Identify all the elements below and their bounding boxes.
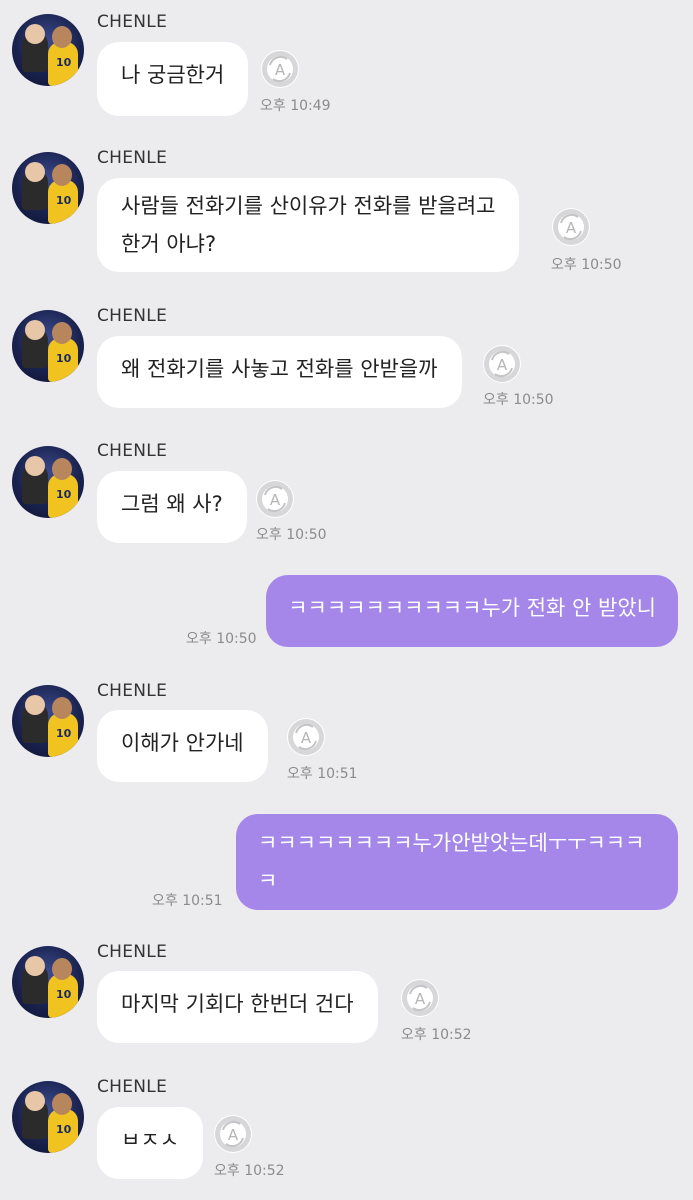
sender-name: CHENLE (97, 942, 168, 962)
message-time: 오후 10:50 (483, 392, 554, 408)
message-bubble[interactable]: ㅂㅈㅅ (97, 1107, 203, 1179)
sender-name: CHENLE (97, 1077, 168, 1097)
translate-icon[interactable]: A (261, 50, 299, 88)
svg-text:A: A (497, 356, 508, 374)
sender-name: CHENLE (97, 306, 168, 326)
message-bubble[interactable]: 나 궁금한거 (97, 42, 249, 116)
message-text: 그럼 왜 사? (121, 492, 223, 516)
translate-icon[interactable]: A (287, 718, 325, 756)
message-text: 나 궁금한거 (121, 63, 225, 87)
svg-text:A: A (566, 219, 577, 237)
my-message-bubble[interactable]: ㅋㅋㅋㅋㅋㅋㅋㅋ누가안받앗는데ㅜㅜㅋㅋㅋ ㅋ (236, 814, 678, 910)
avatar[interactable]: 10 (12, 14, 84, 86)
svg-text:A: A (301, 729, 312, 747)
message-bubble[interactable]: 그럼 왜 사? (97, 471, 247, 543)
message-time: 오후 10:50 (551, 257, 622, 273)
message-time: 오후 10:51 (152, 893, 223, 909)
message-text-line2: 한거 아냐? (121, 232, 217, 256)
translate-icon[interactable]: A (552, 208, 590, 246)
message-time: 오후 10:52 (401, 1027, 472, 1043)
message-text: 이해가 안가네 (121, 731, 244, 755)
avatar[interactable]: 10 (12, 1081, 84, 1153)
message-time: 오후 10:50 (186, 631, 257, 647)
message-text: 왜 전화기를 사놓고 전화를 안받을까 (121, 357, 438, 381)
sender-name: CHENLE (97, 148, 168, 168)
svg-text:A: A (270, 491, 281, 509)
message-bubble[interactable]: 왜 전화기를 사놓고 전화를 안받을까 (97, 336, 462, 408)
message-time: 오후 10:50 (256, 527, 327, 543)
translate-icon[interactable]: A (483, 345, 521, 383)
message-time: 오후 10:52 (214, 1163, 285, 1179)
svg-text:A: A (275, 61, 286, 79)
message-time: 오후 10:49 (260, 98, 331, 114)
avatar[interactable]: 10 (12, 446, 84, 518)
message-bubble[interactable]: 마지막 기회다 한번더 건다 (97, 971, 378, 1043)
svg-text:A: A (228, 1126, 239, 1144)
translate-icon[interactable]: A (214, 1115, 252, 1153)
message-text: 마지막 기회다 한번더 건다 (121, 992, 354, 1016)
message-bubble[interactable]: 이해가 안가네 (97, 710, 268, 782)
translate-icon[interactable]: A (256, 480, 294, 518)
avatar[interactable]: 10 (12, 152, 84, 224)
avatar[interactable]: 10 (12, 946, 84, 1018)
message-text-line2: ㅋ (258, 869, 278, 893)
sender-name: CHENLE (97, 12, 168, 32)
avatar[interactable]: 10 (12, 685, 84, 757)
message-time: 오후 10:51 (287, 766, 358, 782)
message-text: ㅋㅋㅋㅋㅋㅋㅋㅋ누가안받앗는데ㅜㅜㅋㅋㅋ (258, 831, 645, 855)
translate-icon[interactable]: A (401, 979, 439, 1017)
message-text: 사람들 전화기를 산이유가 전화를 받을려고 (121, 194, 496, 218)
my-message-bubble[interactable]: ㅋㅋㅋㅋㅋㅋㅋㅋㅋㅋ누가 전화 안 받았니 (266, 575, 678, 647)
message-text: ㅂㅈㅅ (121, 1128, 179, 1152)
sender-name: CHENLE (97, 441, 168, 461)
message-text: ㅋㅋㅋㅋㅋㅋㅋㅋㅋㅋ누가 전화 안 받았니 (288, 596, 656, 620)
message-bubble[interactable]: 사람들 전화기를 산이유가 전화를 받을려고 한거 아냐? (97, 178, 520, 272)
avatar[interactable]: 10 (12, 310, 84, 382)
sender-name: CHENLE (97, 681, 168, 701)
svg-text:A: A (415, 990, 426, 1008)
